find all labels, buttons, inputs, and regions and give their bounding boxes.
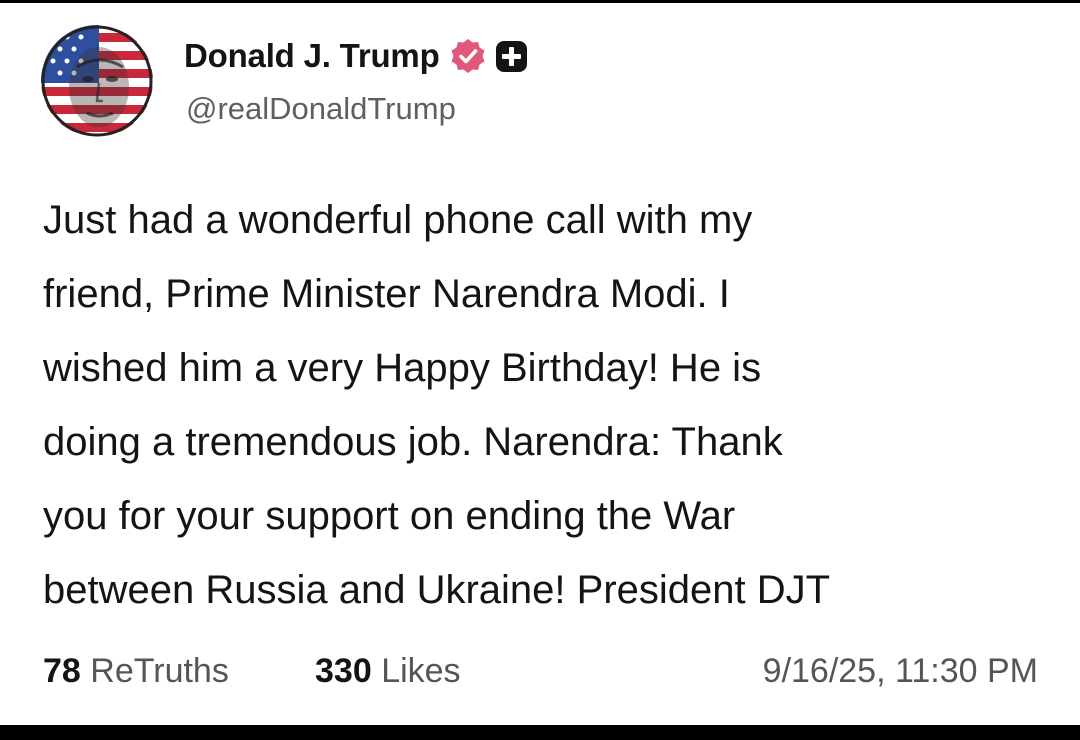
- retruths-stat[interactable]: 78 ReTruths: [43, 652, 229, 691]
- flag-face-avatar-icon: [41, 25, 153, 137]
- post-text-line: wished him a very Happy Birthday! He is: [43, 346, 762, 390]
- post-card: Donald J. Trump @realDonaldTrump Just ha…: [0, 3, 1080, 725]
- post-timestamp[interactable]: 9/16/25, 11:30 PM: [763, 652, 1038, 691]
- author-display-name[interactable]: Donald J. Trump: [184, 37, 440, 75]
- avatar[interactable]: [41, 25, 153, 137]
- verified-badge-icon: [451, 39, 485, 73]
- post-text-line: doing a tremendous job. Narendra: Thank: [43, 420, 783, 464]
- post-text: Just had a wonderful phone call with my …: [43, 183, 1053, 627]
- retruths-count: 78: [43, 652, 81, 690]
- plus-badge-icon: [495, 40, 527, 72]
- retruths-label: ReTruths: [90, 652, 229, 690]
- author-row: Donald J. Trump: [184, 33, 527, 79]
- post-text-line: you for your support on ending the War: [43, 494, 736, 538]
- likes-count: 330: [315, 652, 372, 690]
- post-text-line: Just had a wonderful phone call with my: [43, 198, 753, 242]
- post-text-line: friend, Prime Minister Narendra Modi. I: [43, 272, 730, 316]
- likes-label: Likes: [381, 652, 461, 690]
- post-text-line: between Russia and Ukraine! President DJ…: [43, 568, 831, 612]
- likes-stat[interactable]: 330 Likes: [315, 652, 461, 691]
- post-footer: 78 ReTruths 330 Likes 9/16/25, 11:30 PM: [43, 648, 1038, 700]
- author-handle[interactable]: @realDonaldTrump: [186, 91, 456, 127]
